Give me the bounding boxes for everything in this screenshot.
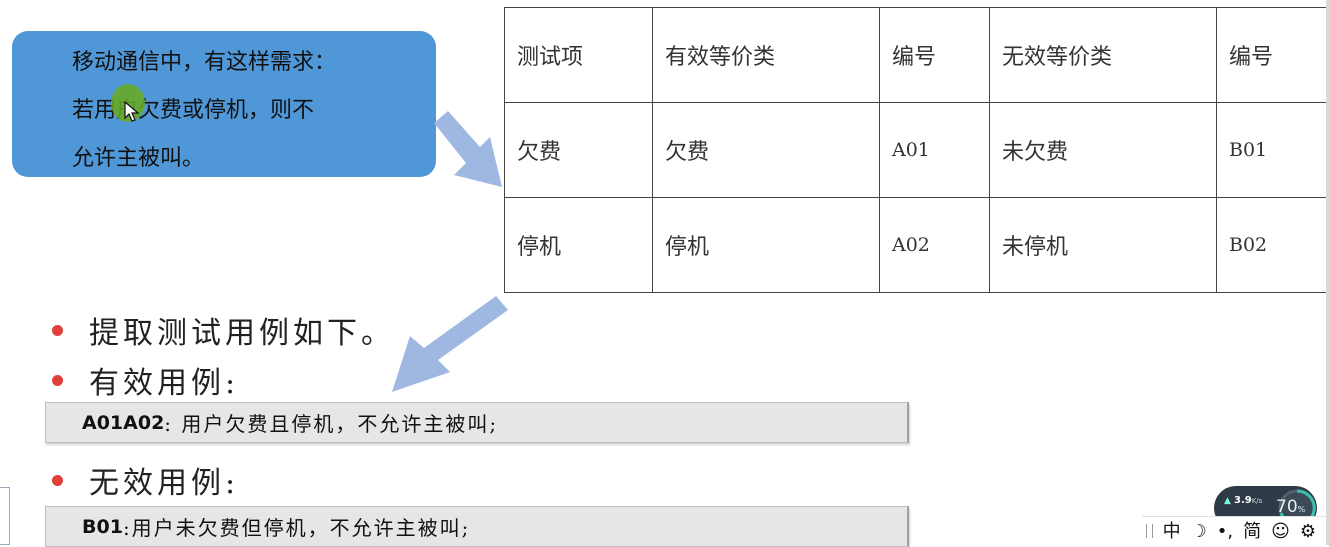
table-header-cell: 有效等价类 [652,7,880,103]
ime-chinese-toggle[interactable]: 中 [1163,517,1181,546]
bullet-dot [52,374,63,386]
callout-line-1: 移动通信中，有这样需求： [72,50,337,75]
bullet-dot [52,474,63,486]
gear-icon[interactable]: ⚙ [1300,517,1316,546]
table-header-cell: 编号 [879,7,990,103]
table-cell: 欠费 [504,102,653,198]
case-text: : 用户欠费且停机，不允许主被叫; [164,412,499,436]
valid-case-box: A01A02 : 用户欠费且停机，不允许主被叫; [45,402,909,443]
table-header-row: 测试项 有效等价类 编号 无效等价类 编号 [504,7,1327,103]
gauge-unit: % [1297,505,1306,514]
case-text: :用户未欠费但停机，不允许主被叫; [122,516,471,540]
arrow-down-left-icon [392,296,508,392]
upload-icon: ▲ [1224,496,1231,506]
table-cell: 停机 [652,197,880,293]
table-header-cell: 测试项 [504,7,653,103]
bullet-text: 提取测试用例如下。 [89,316,395,351]
emoji-icon[interactable]: ☺ [1271,517,1290,546]
table-cell: 未停机 [989,197,1217,293]
invalid-case-box: B01 :用户未欠费但停机，不允许主被叫; [45,506,909,547]
table-cell: B01 [1216,102,1327,198]
table-cell: 欠费 [652,102,880,198]
bullet-valid: 有效用例: [52,358,239,402]
table-header-cell: 编号 [1216,7,1327,103]
gauge-value: 70 [1276,497,1298,517]
bullet-text: 有效用例: [89,366,240,401]
mouse-cursor-icon [124,101,140,122]
speed-unit: K/s [1251,497,1263,505]
moon-icon[interactable]: ☽ [1191,517,1207,546]
table-cell: 未欠费 [989,102,1217,198]
speed-value: 3.9 [1234,495,1252,506]
speed-readout: 3.9K/s [1234,495,1262,506]
punctuation-icon[interactable]: •, [1217,517,1233,546]
equivalence-class-table: 测试项 有效等价类 编号 无效等价类 编号 欠费 欠费 A01 未欠费 B01 … [504,7,1327,293]
table-header-cell: 无效等价类 [989,7,1217,103]
table-row: 欠费 欠费 A01 未欠费 B01 [504,102,1327,198]
arrow-down-right-icon [434,111,502,187]
ime-toolbar: 中 ☽ •, 简 ☺ ⚙ [1142,516,1326,545]
table-cell: B02 [1216,197,1327,293]
bullet-invalid: 无效用例: [52,458,239,502]
bullet-extract: 提取测试用例如下。 [52,308,395,352]
case-id: B01 [82,515,123,538]
window-edge-fragment [0,487,10,545]
drag-handle[interactable] [1146,524,1153,538]
callout-line-3: 允许主被叫。 [72,146,205,171]
bullet-dot [52,324,63,336]
gauge-readout: 70% [1276,497,1305,517]
requirement-callout: 移动通信中，有这样需求： 若用户欠费或停机，则不 允许主被叫。 [12,31,436,177]
case-id: A01A02 [82,411,165,434]
table-row: 停机 停机 A02 未停机 B02 [504,197,1327,293]
ime-simplified-toggle[interactable]: 简 [1243,517,1261,546]
bullet-text: 无效用例: [89,466,240,501]
table-cell: A01 [879,102,990,198]
table-cell: A02 [879,197,990,293]
table-cell: 停机 [504,197,653,293]
